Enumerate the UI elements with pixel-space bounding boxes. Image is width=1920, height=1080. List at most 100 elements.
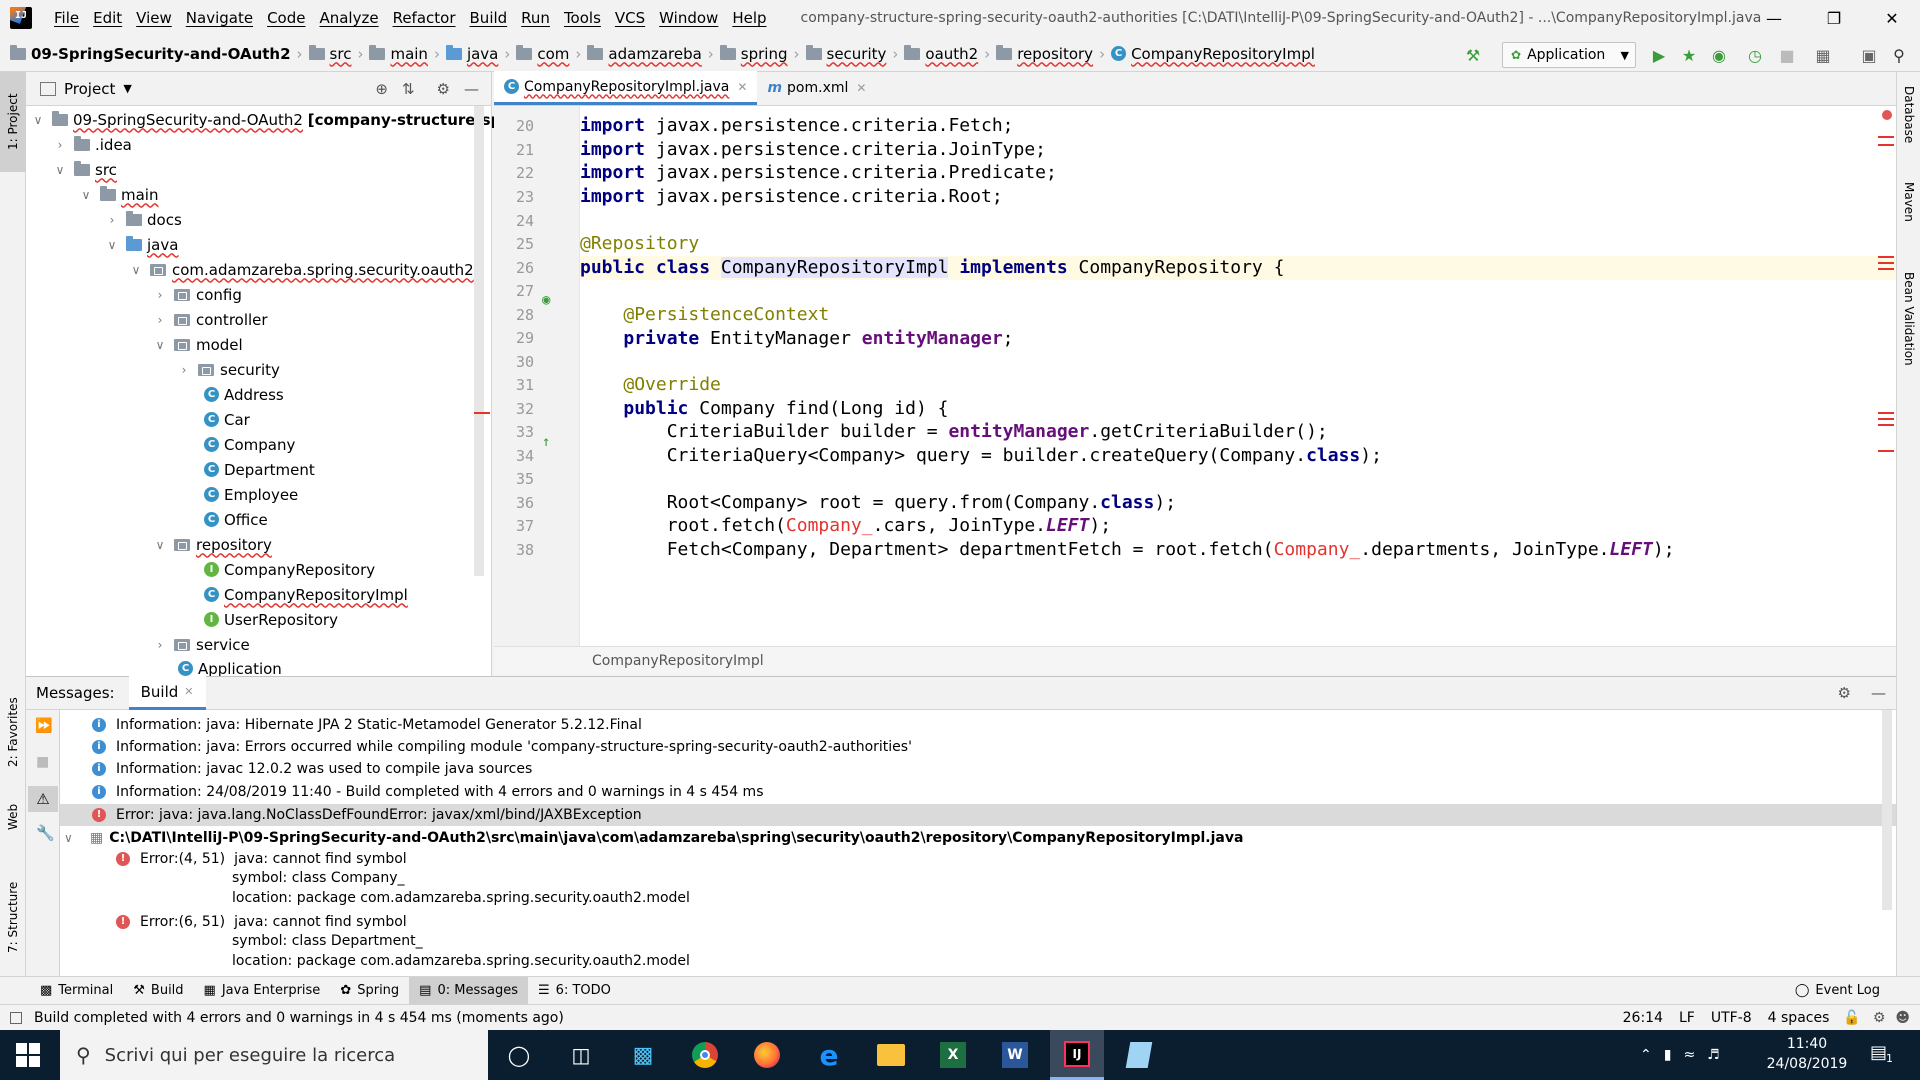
crumb-com[interactable]: com	[516, 44, 569, 63]
crumb-java[interactable]: java	[445, 44, 498, 63]
tree-node-java[interactable]: ∨ java	[104, 232, 178, 257]
battery-icon[interactable]: ▮	[1664, 1047, 1672, 1063]
close-tab-icon[interactable]: ✕	[737, 80, 747, 94]
tab-pom-xml[interactable]: m pom.xml ✕	[757, 71, 876, 105]
list-item[interactable]: i Information: java: Errors occurred whil…	[92, 736, 912, 758]
menu-run[interactable]: Run	[521, 9, 550, 27]
crumb-oauth2[interactable]: oauth2	[904, 44, 978, 63]
crumb-main[interactable]: main	[369, 44, 428, 63]
messages-scrollbar[interactable]	[1882, 710, 1892, 910]
project-structure-icon[interactable]: ▦	[1812, 44, 1834, 66]
list-item[interactable]: i Information: 24/08/2019 11:40 - Build c…	[92, 781, 764, 803]
coverage-icon[interactable]: ◉	[1708, 44, 1730, 66]
caret-position[interactable]: 26:14	[1623, 1010, 1663, 1026]
tab-project-tool[interactable]: 1: Project	[0, 72, 26, 172]
rerun-icon[interactable]: ⏩	[35, 718, 52, 734]
spring-bean-gutter-icon[interactable]: ◉	[542, 292, 550, 308]
tab-company-repository-impl[interactable]: C CompanyRepositoryImpl.java ✕	[494, 71, 758, 105]
tree-node-department[interactable]: C Department	[204, 457, 315, 482]
windows-start-icon[interactable]	[16, 1043, 40, 1067]
menu-analyze[interactable]: Analyze	[319, 9, 378, 27]
breadcrumb-class[interactable]: CompanyRepositoryImpl	[592, 653, 764, 669]
list-item[interactable]: i Information: javac 12.0.2 was used to c…	[92, 758, 532, 780]
tab-structure-tool[interactable]: 7: Structure	[0, 862, 26, 972]
code-editor[interactable]: import javax.persistence.criteria.Fetch;…	[580, 106, 1896, 646]
tab-favorites-tool[interactable]: 2: Favorites	[0, 682, 26, 782]
crumb-repository[interactable]: repository	[996, 44, 1093, 63]
stop-icon[interactable]: ■	[1776, 44, 1798, 66]
list-item[interactable]: i Information: java: Hibernate JPA 2 Stat…	[92, 714, 642, 736]
list-item-file[interactable]: ∨ ▦ C:\DATI\IntelliJ-P\09-SpringSecurity-a…	[64, 827, 1243, 849]
error-indicator-icon[interactable]	[1882, 110, 1892, 120]
menu-edit[interactable]: Edit	[93, 9, 122, 27]
tab-event-log[interactable]: ◯ Event Log	[1785, 977, 1890, 1005]
toggle-tool-windows-icon[interactable]	[10, 1011, 22, 1024]
close-tab-icon[interactable]: ✕	[184, 685, 193, 698]
tab-database-tool[interactable]: Database	[1897, 86, 1920, 166]
list-item-error[interactable]: ! Error:(4, 51) java: cannot find symbol	[116, 848, 407, 870]
wifi-icon[interactable]: ≈	[1683, 1047, 1695, 1063]
debug-icon[interactable]: ★	[1678, 44, 1700, 66]
tree-node-office[interactable]: C Office	[204, 507, 268, 532]
menu-navigate[interactable]: Navigate	[186, 9, 253, 27]
excel-icon[interactable]: X	[926, 1030, 980, 1080]
tab-todo[interactable]: ☰ 6: TODO	[528, 977, 621, 1005]
crumb-security[interactable]: security	[805, 44, 886, 63]
tab-bean-validation-tool[interactable]: Bean Validation	[1897, 272, 1920, 412]
chevron-up-icon[interactable]: ⌃	[1640, 1047, 1652, 1063]
file-encoding[interactable]: UTF-8	[1711, 1010, 1752, 1026]
clock[interactable]: 11:40 24/08/2019	[1762, 1034, 1852, 1074]
run-configuration-select[interactable]: ✿ Application ▼	[1502, 42, 1636, 68]
tree-node-security[interactable]: › security	[176, 357, 280, 382]
chrome-icon[interactable]	[678, 1030, 732, 1080]
tree-node-address[interactable]: C Address	[204, 382, 284, 407]
hammer-build-icon[interactable]: ⚒	[1462, 44, 1484, 66]
collapse-all-icon[interactable]: ⇅	[402, 80, 415, 98]
stop-icon[interactable]: ■	[36, 754, 49, 770]
search-icon[interactable]: ⚲	[1888, 44, 1910, 66]
warnings-filter-icon[interactable]: ⚠	[28, 786, 58, 812]
tree-node-repository[interactable]: ∨ repository	[152, 532, 272, 557]
tree-node-company-repository[interactable]: I CompanyRepository	[204, 557, 375, 582]
crumb-class[interactable]: C CompanyRepositoryImpl	[1111, 45, 1315, 63]
file-explorer-icon[interactable]	[864, 1030, 918, 1080]
firefox-icon[interactable]	[740, 1030, 794, 1080]
run-icon[interactable]: ▶	[1648, 44, 1670, 66]
menu-view[interactable]: View	[136, 9, 172, 27]
layout-icon[interactable]: ▣	[1858, 44, 1880, 66]
hector-icon[interactable]: ☻	[1895, 1010, 1910, 1026]
gear-icon[interactable]: ⚙	[1838, 684, 1851, 702]
menu-code[interactable]: Code	[267, 9, 305, 27]
menu-file[interactable]: File	[54, 9, 79, 27]
close-button[interactable]: ✕	[1864, 0, 1920, 36]
tree-node-docs[interactable]: › docs	[104, 207, 182, 232]
notepad-icon[interactable]	[1112, 1030, 1166, 1080]
menu-help[interactable]: Help	[732, 9, 766, 27]
list-item-selected[interactable]: ! Error: java: java.lang.NoClassDefFoundE…	[60, 804, 1896, 826]
tree-node-idea[interactable]: › .idea	[52, 132, 132, 157]
tab-web-tool[interactable]: Web	[0, 787, 26, 847]
project-scrollbar[interactable]	[474, 106, 484, 576]
override-gutter-icon[interactable]: ↑	[542, 434, 550, 450]
tree-node-company-repository-impl[interactable]: C CompanyRepositoryImpl	[204, 582, 408, 607]
locate-icon[interactable]: ⊕	[375, 80, 388, 98]
list-item-error[interactable]: ! Error:(6, 51) java: cannot find symbol	[116, 911, 407, 933]
tree-node-package-root[interactable]: ∨ com.adamzareba.spring.security.oauth2	[128, 257, 474, 282]
store-icon[interactable]: ▩	[616, 1030, 670, 1080]
crumb-project[interactable]: 09-SpringSecurity-and-OAuth2	[10, 44, 291, 63]
line-separator[interactable]: LF	[1679, 1010, 1695, 1026]
close-tab-icon[interactable]: ✕	[856, 81, 866, 95]
taskbar-search[interactable]: ⚲ Scrivi qui per eseguire la ricerca	[60, 1030, 488, 1080]
minimize-button[interactable]: —	[1746, 0, 1802, 36]
profile-icon[interactable]: ◷	[1744, 44, 1766, 66]
menu-window[interactable]: Window	[659, 9, 718, 27]
tree-node-config[interactable]: › config	[152, 282, 242, 307]
word-icon[interactable]: W	[988, 1030, 1042, 1080]
tab-spring[interactable]: ✿ Spring	[330, 977, 409, 1005]
tab-build-messages[interactable]: Build ✕	[128, 676, 206, 710]
intellij-taskbar-icon[interactable]: IJ	[1050, 1030, 1104, 1080]
menu-vcs[interactable]: VCS	[615, 9, 645, 27]
project-view-select[interactable]: Project	[64, 80, 115, 98]
tree-node-main[interactable]: ∨ main	[78, 182, 158, 207]
menu-tools[interactable]: Tools	[564, 9, 601, 27]
